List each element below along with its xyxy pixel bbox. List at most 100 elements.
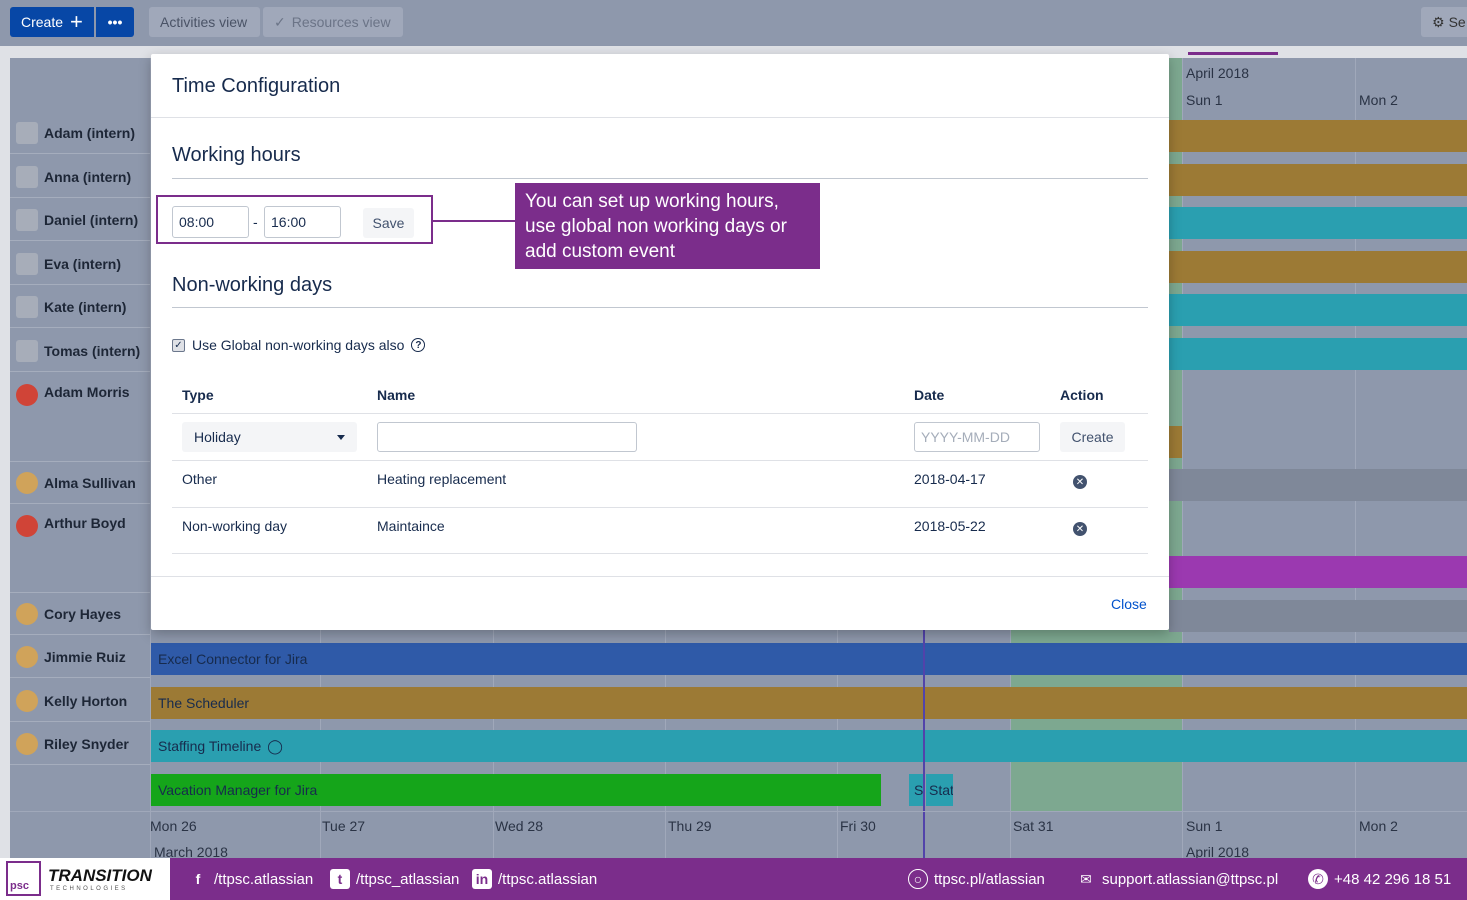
event-name: Maintaince (377, 518, 445, 534)
resource-name: Riley Snyder (44, 735, 129, 752)
resource-row[interactable]: Arthur Boyd (10, 505, 150, 593)
delete-icon[interactable]: ✕ (1073, 522, 1087, 536)
linkedin-handle: /ttpsc.atlassian (498, 870, 598, 888)
divider (172, 507, 1148, 508)
type-select[interactable]: Holiday (182, 422, 357, 452)
activity-bar[interactable] (1169, 556, 1467, 588)
save-button[interactable]: Save (363, 208, 414, 238)
resource-row[interactable]: Riley Snyder (10, 723, 150, 765)
close-button[interactable]: Close (1111, 596, 1147, 612)
more-button[interactable]: ••• (96, 7, 134, 37)
linkedin-icon: in (472, 869, 492, 889)
activity-bar-small[interactable]: S (909, 774, 924, 806)
resource-name: Jimmie Ruiz (44, 648, 126, 665)
activity-bar[interactable] (1169, 426, 1182, 458)
event-type: Non-working day (182, 518, 288, 534)
bottom-day-label: Mon 2 (1359, 818, 1398, 834)
twitter-link[interactable]: t /ttpsc_atlassian (330, 858, 459, 900)
tab-resources-label: Resources view (291, 14, 391, 30)
check-icon: ✓ (274, 13, 286, 30)
phone-link[interactable]: ✆ +48 42 296 18 51 (1308, 858, 1451, 900)
time-separator: - (253, 214, 258, 230)
end-time-input[interactable] (264, 206, 341, 238)
event-date: 2018-04-17 (914, 471, 986, 487)
delete-icon[interactable]: ✕ (1073, 475, 1087, 489)
resource-name: Adam (intern) (44, 124, 135, 141)
divider (172, 307, 1148, 308)
company-logo: psc TRANSITION TECHNOLOGIES (0, 858, 170, 900)
activity-bar-scheduler[interactable]: The Scheduler (151, 687, 1467, 719)
resource-row[interactable]: Kelly Horton (10, 680, 150, 722)
working-hours-title: Working hours (172, 144, 301, 166)
tab-resources-view[interactable]: ✓ Resources view (263, 7, 403, 37)
resource-row[interactable]: Kate (intern) (10, 286, 150, 328)
logo-name: TRANSITION (48, 866, 152, 885)
email-address: support.atlassian@ttpsc.pl (1102, 870, 1279, 888)
activity-bar[interactable] (1169, 164, 1467, 196)
resource-row[interactable]: Daniel (intern) (10, 199, 150, 241)
avatar (16, 121, 38, 144)
globe-icon: ○ (908, 869, 928, 889)
avatar (16, 645, 38, 668)
avatar (16, 384, 38, 406)
resource-row[interactable]: Adam (intern) (10, 112, 150, 154)
divider (172, 553, 1148, 554)
resource-row[interactable]: Jimmie Ruiz (10, 636, 150, 678)
bottom-day-label: Mon 26 (150, 818, 197, 834)
facebook-icon: f (195, 871, 201, 887)
activity-bar[interactable] (1169, 120, 1467, 152)
chevron-down-icon (337, 435, 345, 440)
email-link[interactable]: ✉ support.atlassian@ttpsc.pl (1076, 858, 1278, 900)
resource-row[interactable]: Eva (intern) (10, 243, 150, 285)
column-header-name: Name (377, 387, 416, 403)
toolbar: Create + ••• Activities view ✓ Resources… (0, 0, 1467, 46)
avatar (16, 295, 38, 318)
use-global-checkbox[interactable]: ✓ (172, 338, 185, 352)
tab-activities-view[interactable]: Activities view (149, 7, 260, 37)
use-global-row: ✓ Use Global non-working days also ? (172, 337, 426, 353)
activity-bar-staffing-timeline[interactable]: Staffing Timeline ◯ (151, 730, 1467, 762)
bottom-day-label: Sun 1 (1186, 818, 1223, 834)
bar-label: Staffing Timeline (158, 738, 262, 754)
bottom-day-label: Sat 31 (1013, 818, 1054, 834)
resource-row[interactable]: Adam Morris (10, 374, 150, 462)
name-input[interactable] (377, 422, 637, 452)
start-time-input[interactable] (172, 206, 249, 238)
activity-bar[interactable] (1169, 251, 1467, 283)
linkedin-link[interactable]: in /ttpsc.atlassian (472, 858, 597, 900)
date-input[interactable]: YYYY-MM-DD (914, 422, 1040, 452)
avatar (16, 515, 38, 537)
use-global-label: Use Global non-working days also (192, 337, 405, 353)
divider (172, 413, 1148, 414)
resource-row[interactable]: Anna (intern) (10, 156, 150, 198)
create-event-button[interactable]: Create (1060, 422, 1125, 452)
activity-bar[interactable] (1169, 338, 1467, 370)
column-header-date: Date (914, 387, 945, 403)
activity-bar[interactable] (1169, 469, 1467, 501)
facebook-link[interactable]: f /ttpsc.atlassian (188, 858, 314, 900)
resource-row[interactable]: Alma Sullivan (10, 462, 150, 504)
resource-name: Daniel (intern) (44, 211, 139, 228)
resource-name: Kate (intern) (44, 298, 127, 315)
resource-row[interactable]: Cory Hayes (10, 593, 150, 635)
question-circle-icon[interactable]: ? (411, 338, 426, 352)
activity-bar-vacation-manager[interactable]: Vacation Manager for Jira (151, 774, 881, 806)
event-date: 2018-05-22 (914, 518, 986, 534)
create-button[interactable]: Create + (10, 7, 94, 37)
divider (172, 460, 1148, 461)
website-link[interactable]: ○ ttpsc.pl/atlassian (908, 858, 1045, 900)
activity-bar[interactable] (1169, 207, 1467, 239)
non-working-days-title: Non-working days (172, 274, 333, 296)
resource-name: Anna (intern) (44, 168, 132, 185)
avatar (16, 252, 38, 275)
phone-number: +48 42 296 18 51 (1334, 870, 1452, 888)
activity-bar[interactable] (1169, 600, 1467, 632)
activity-bar-excel-connector[interactable]: Excel Connector for Jira (151, 643, 1467, 675)
activity-bar[interactable] (1169, 294, 1467, 326)
activity-bar-small[interactable]: Stat (926, 774, 953, 806)
resource-row[interactable]: Tomas (intern) (10, 330, 150, 372)
callout-connector (433, 220, 515, 222)
resource-name: Arthur Boyd (44, 515, 126, 531)
resource-name: Eva (intern) (44, 255, 122, 272)
settings-button[interactable]: ⚙ Se (1421, 7, 1467, 37)
